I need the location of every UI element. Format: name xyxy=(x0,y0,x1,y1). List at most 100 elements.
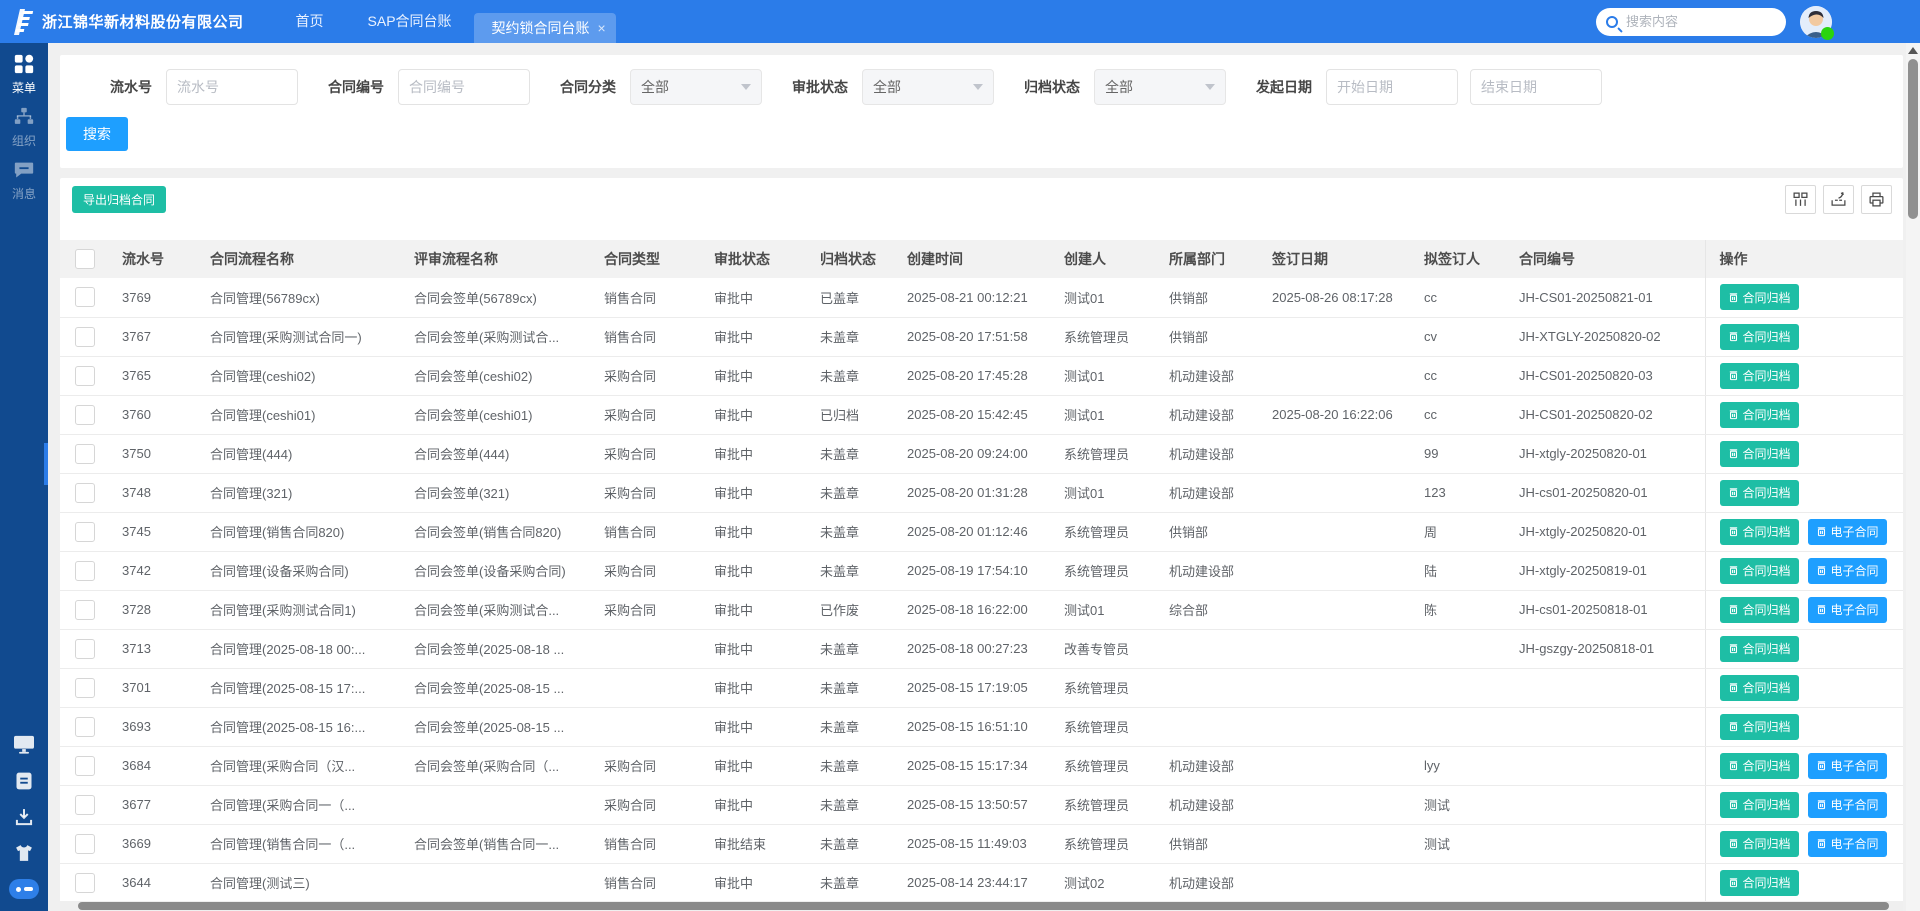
archive-contract-button[interactable]: 合同归档 xyxy=(1720,480,1799,506)
tab-sap-ledger[interactable]: SAP合同台账 xyxy=(346,0,474,43)
row-checkbox[interactable] xyxy=(75,639,95,659)
archive-contract-button[interactable]: 合同归档 xyxy=(1720,597,1799,623)
approval-status-select[interactable]: 全部 xyxy=(862,69,994,105)
row-checkbox[interactable] xyxy=(75,678,95,698)
tab-home[interactable]: 首页 xyxy=(274,0,346,43)
tshirt-icon[interactable] xyxy=(14,843,34,863)
sidebar-item-messages[interactable]: 消息 xyxy=(0,149,48,202)
row-checkbox[interactable] xyxy=(75,366,95,386)
search-button[interactable]: 搜索 xyxy=(66,117,128,151)
filter-label: 流水号 xyxy=(110,77,152,97)
action-button-label: 合同归档 xyxy=(1743,523,1791,540)
cell-review-name: 合同会签单(2025-08-15 ... xyxy=(400,707,590,746)
sidebar-item-menu[interactable]: 菜单 xyxy=(0,43,48,96)
archive-contract-button[interactable]: 合同归档 xyxy=(1720,753,1799,779)
cell-contract-code xyxy=(1505,785,1705,824)
action-button-label: 合同归档 xyxy=(1743,757,1791,774)
row-checkbox[interactable] xyxy=(75,287,95,307)
electronic-contract-button[interactable]: 电子合同 xyxy=(1808,753,1887,779)
archive-status-select[interactable]: 全部 xyxy=(1094,69,1226,105)
archive-contract-button[interactable]: 合同归档 xyxy=(1720,714,1799,740)
archive-contract-button[interactable]: 合同归档 xyxy=(1720,402,1799,428)
export-archived-button[interactable]: 导出归档合同 xyxy=(72,186,166,213)
collapse-pill[interactable] xyxy=(9,879,39,899)
filter-start-date-range: 发起日期 xyxy=(1256,69,1602,105)
cell-type: 销售合同 xyxy=(590,317,700,356)
horizontal-scroll-thumb[interactable] xyxy=(78,902,1889,910)
cell-created-time: 2025-08-15 16:51:10 xyxy=(893,707,1050,746)
cell-type: 采购合同 xyxy=(590,356,700,395)
scroll-up-arrow-icon[interactable] xyxy=(1908,47,1918,54)
print-button[interactable] xyxy=(1861,185,1892,214)
vertical-scroll-thumb[interactable] xyxy=(1908,59,1918,219)
row-checkbox[interactable] xyxy=(75,444,95,464)
global-search[interactable] xyxy=(1596,8,1786,36)
sidebar-item-org[interactable]: 组织 xyxy=(0,96,48,149)
archive-contract-button[interactable]: 合同归档 xyxy=(1720,870,1799,896)
row-checkbox[interactable] xyxy=(75,795,95,815)
export-file-button[interactable] xyxy=(1823,185,1854,214)
archive-contract-button[interactable]: 合同归档 xyxy=(1720,675,1799,701)
archive-contract-button[interactable]: 合同归档 xyxy=(1720,792,1799,818)
row-checkbox[interactable] xyxy=(75,834,95,854)
row-checkbox[interactable] xyxy=(75,600,95,620)
vertical-scrollbar[interactable] xyxy=(1906,43,1920,911)
row-checkbox[interactable] xyxy=(75,717,95,737)
row-checkbox[interactable] xyxy=(75,873,95,893)
row-checkbox[interactable] xyxy=(75,756,95,776)
serial-input[interactable] xyxy=(166,69,298,105)
archive-contract-button[interactable]: 合同归档 xyxy=(1720,558,1799,584)
archive-contract-button[interactable]: 合同归档 xyxy=(1720,519,1799,545)
row-checkbox[interactable] xyxy=(75,483,95,503)
note-icon[interactable] xyxy=(14,771,34,791)
cell-contract-code: JH-xtgly-20250820-01 xyxy=(1505,434,1705,473)
row-checkbox[interactable] xyxy=(75,561,95,581)
cell-signer: cc xyxy=(1410,278,1505,317)
cell-creator: 测试01 xyxy=(1050,395,1155,434)
column-settings-button[interactable] xyxy=(1785,185,1816,214)
cell-department xyxy=(1155,629,1258,668)
user-avatar[interactable] xyxy=(1800,6,1832,38)
search-icon xyxy=(1606,16,1618,28)
archive-contract-button[interactable]: 合同归档 xyxy=(1720,441,1799,467)
chevron-down-icon xyxy=(973,84,983,90)
tab-qiyuesuo-ledger[interactable]: 契约锁合同台账 × xyxy=(474,13,616,43)
cell-department: 机动建设部 xyxy=(1155,356,1258,395)
cell-serial: 3750 xyxy=(108,434,196,473)
action-button-label: 合同归档 xyxy=(1743,718,1791,735)
archive-contract-button[interactable]: 合同归档 xyxy=(1720,363,1799,389)
start-date-input[interactable] xyxy=(1326,69,1458,105)
select-all-checkbox[interactable] xyxy=(75,249,95,269)
cell-flow-name: 合同管理(ceshi01) xyxy=(196,395,400,434)
monitor-icon[interactable] xyxy=(13,735,35,755)
cell-signer: 123 xyxy=(1410,473,1505,512)
archive-contract-button[interactable]: 合同归档 xyxy=(1720,636,1799,662)
global-search-input[interactable] xyxy=(1626,14,1766,29)
archive-bin-icon xyxy=(1728,682,1739,693)
row-checkbox[interactable] xyxy=(75,327,95,347)
archive-bin-icon xyxy=(1728,526,1739,537)
electronic-contract-button[interactable]: 电子合同 xyxy=(1808,558,1887,584)
download-icon[interactable] xyxy=(14,807,34,827)
end-date-input[interactable] xyxy=(1470,69,1602,105)
cell-serial: 3693 xyxy=(108,707,196,746)
category-select[interactable]: 全部 xyxy=(630,69,762,105)
electronic-contract-button[interactable]: 电子合同 xyxy=(1808,831,1887,857)
row-checkbox[interactable] xyxy=(75,405,95,425)
tab-close-icon[interactable]: × xyxy=(598,21,606,35)
archive-contract-button[interactable]: 合同归档 xyxy=(1720,324,1799,350)
electronic-contract-button[interactable]: 电子合同 xyxy=(1808,792,1887,818)
contract-code-input[interactable] xyxy=(398,69,530,105)
electronic-contract-button[interactable]: 电子合同 xyxy=(1808,519,1887,545)
table-row: 3644 合同管理(测试三) 销售合同 审批中 未盖章 2025-08-14 2… xyxy=(60,863,1903,902)
chevron-down-icon xyxy=(741,84,751,90)
electronic-contract-button[interactable]: 电子合同 xyxy=(1808,597,1887,623)
horizontal-scrollbar[interactable] xyxy=(60,901,1903,911)
row-checkbox[interactable] xyxy=(75,522,95,542)
cell-serial: 3713 xyxy=(108,629,196,668)
cell-type xyxy=(590,668,700,707)
archive-contract-button[interactable]: 合同归档 xyxy=(1720,831,1799,857)
cell-sign-date xyxy=(1258,824,1410,863)
archive-contract-button[interactable]: 合同归档 xyxy=(1720,284,1799,310)
archive-bin-icon xyxy=(1728,409,1739,420)
